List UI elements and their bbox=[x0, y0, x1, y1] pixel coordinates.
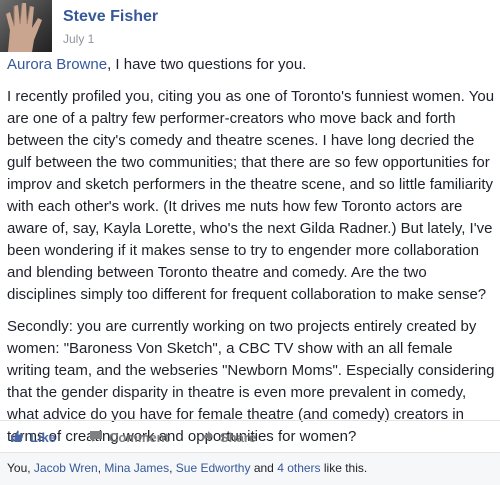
hand-photo-icon bbox=[6, 2, 42, 52]
like-label: Like bbox=[30, 430, 57, 445]
comment-button[interactable]: Comment bbox=[89, 429, 169, 446]
like-button[interactable]: Like bbox=[10, 429, 56, 446]
post-paragraph-1: I recently profiled you, citing you as o… bbox=[7, 88, 495, 303]
comment-icon bbox=[89, 429, 103, 446]
mention-link[interactable]: Aurora Browne bbox=[7, 56, 107, 73]
likes-and: and bbox=[250, 461, 278, 475]
others-link[interactable]: 4 others bbox=[277, 461, 320, 475]
liker-link[interactable]: Sue Edworthy bbox=[176, 461, 251, 475]
comment-label: Comment bbox=[109, 430, 169, 445]
liker-link[interactable]: Mina James bbox=[104, 461, 169, 475]
share-arrow-icon bbox=[200, 429, 214, 446]
likes-suffix: like this. bbox=[320, 461, 368, 475]
thumbs-up-icon bbox=[10, 429, 24, 446]
likes-sep: , bbox=[27, 461, 34, 475]
share-button[interactable]: Share bbox=[200, 429, 256, 446]
facebook-post: Steve Fisher July 1 Aurora Browne, I hav… bbox=[0, 0, 500, 485]
post-author[interactable]: Steve Fisher bbox=[63, 8, 158, 26]
avatar[interactable] bbox=[0, 0, 52, 52]
likes-you: You bbox=[7, 461, 28, 475]
liker-link[interactable]: Jacob Wren bbox=[34, 461, 98, 475]
post-body: Aurora Browne, I have two questions for … bbox=[7, 54, 495, 458]
action-bar: Like Comment Share bbox=[0, 420, 500, 452]
likes-text: You, Jacob Wren, Mina James, Sue Edworth… bbox=[7, 461, 367, 475]
post-date[interactable]: July 1 bbox=[63, 32, 94, 46]
post-intro: Aurora Browne, I have two questions for … bbox=[7, 54, 495, 76]
share-label: Share bbox=[220, 430, 257, 445]
likes-sep: , bbox=[169, 461, 176, 475]
likes-summary: You, Jacob Wren, Mina James, Sue Edworth… bbox=[0, 452, 500, 485]
intro-text: , I have two questions for you. bbox=[107, 56, 307, 73]
post-header: Steve Fisher July 1 bbox=[0, 0, 500, 55]
